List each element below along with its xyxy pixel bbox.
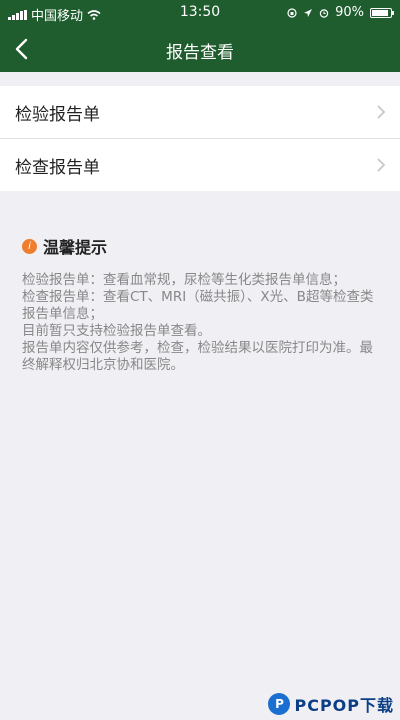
tip-line: 检验报告单：查看血常规，尿检等生化类报告单信息；: [22, 272, 346, 288]
tip-line: 报告单内容仅供参考，检查，检验结果以医院打印为准。最终解释权归北京协和医院。: [22, 340, 373, 373]
watermark-text: PCPOP下载: [294, 696, 394, 715]
tips-header: i 温馨提示: [22, 234, 382, 258]
chevron-right-icon: [377, 158, 386, 172]
tip-line: 检查报告单：查看CT、MRI（磁共振）、X光、B超等检查类报告单信息；: [22, 289, 374, 322]
tip-line: 目前暂只支持检验报告单查看。: [22, 323, 211, 339]
watermark: P PCPOP下载: [268, 692, 394, 716]
tips-title: 温馨提示: [43, 238, 108, 257]
report-menu: 检验报告单 检查报告单: [0, 86, 400, 191]
menu-item-label: 检查报告单: [15, 157, 100, 178]
battery-level: [372, 9, 389, 16]
battery-percent: 90%: [335, 5, 364, 20]
location-icon: [304, 8, 313, 17]
info-icon: i: [22, 238, 37, 254]
nav-bar: 报告查看: [0, 26, 400, 72]
menu-item-label: 检验报告单: [15, 104, 100, 125]
orientation-lock-icon: [287, 7, 297, 18]
status-right: 90%: [287, 5, 394, 20]
chevron-right-icon: [377, 105, 386, 119]
status-bar: 中国移动 13:50 90%: [0, 0, 400, 26]
watermark-logo: P: [268, 693, 291, 715]
tips-body: 检验报告单：查看血常规，尿检等生化类报告单信息； 检查报告单：查看CT、MRI（…: [22, 272, 382, 374]
menu-item-exam-report[interactable]: 检查报告单: [0, 138, 400, 191]
battery-icon: [370, 7, 394, 18]
alarm-icon: [319, 8, 329, 18]
menu-item-lab-report[interactable]: 检验报告单: [0, 86, 400, 138]
page-title: 报告查看: [166, 43, 234, 63]
tips-section: i 温馨提示 检验报告单：查看血常规，尿检等生化类报告单信息； 检查报告单：查看…: [22, 234, 382, 374]
